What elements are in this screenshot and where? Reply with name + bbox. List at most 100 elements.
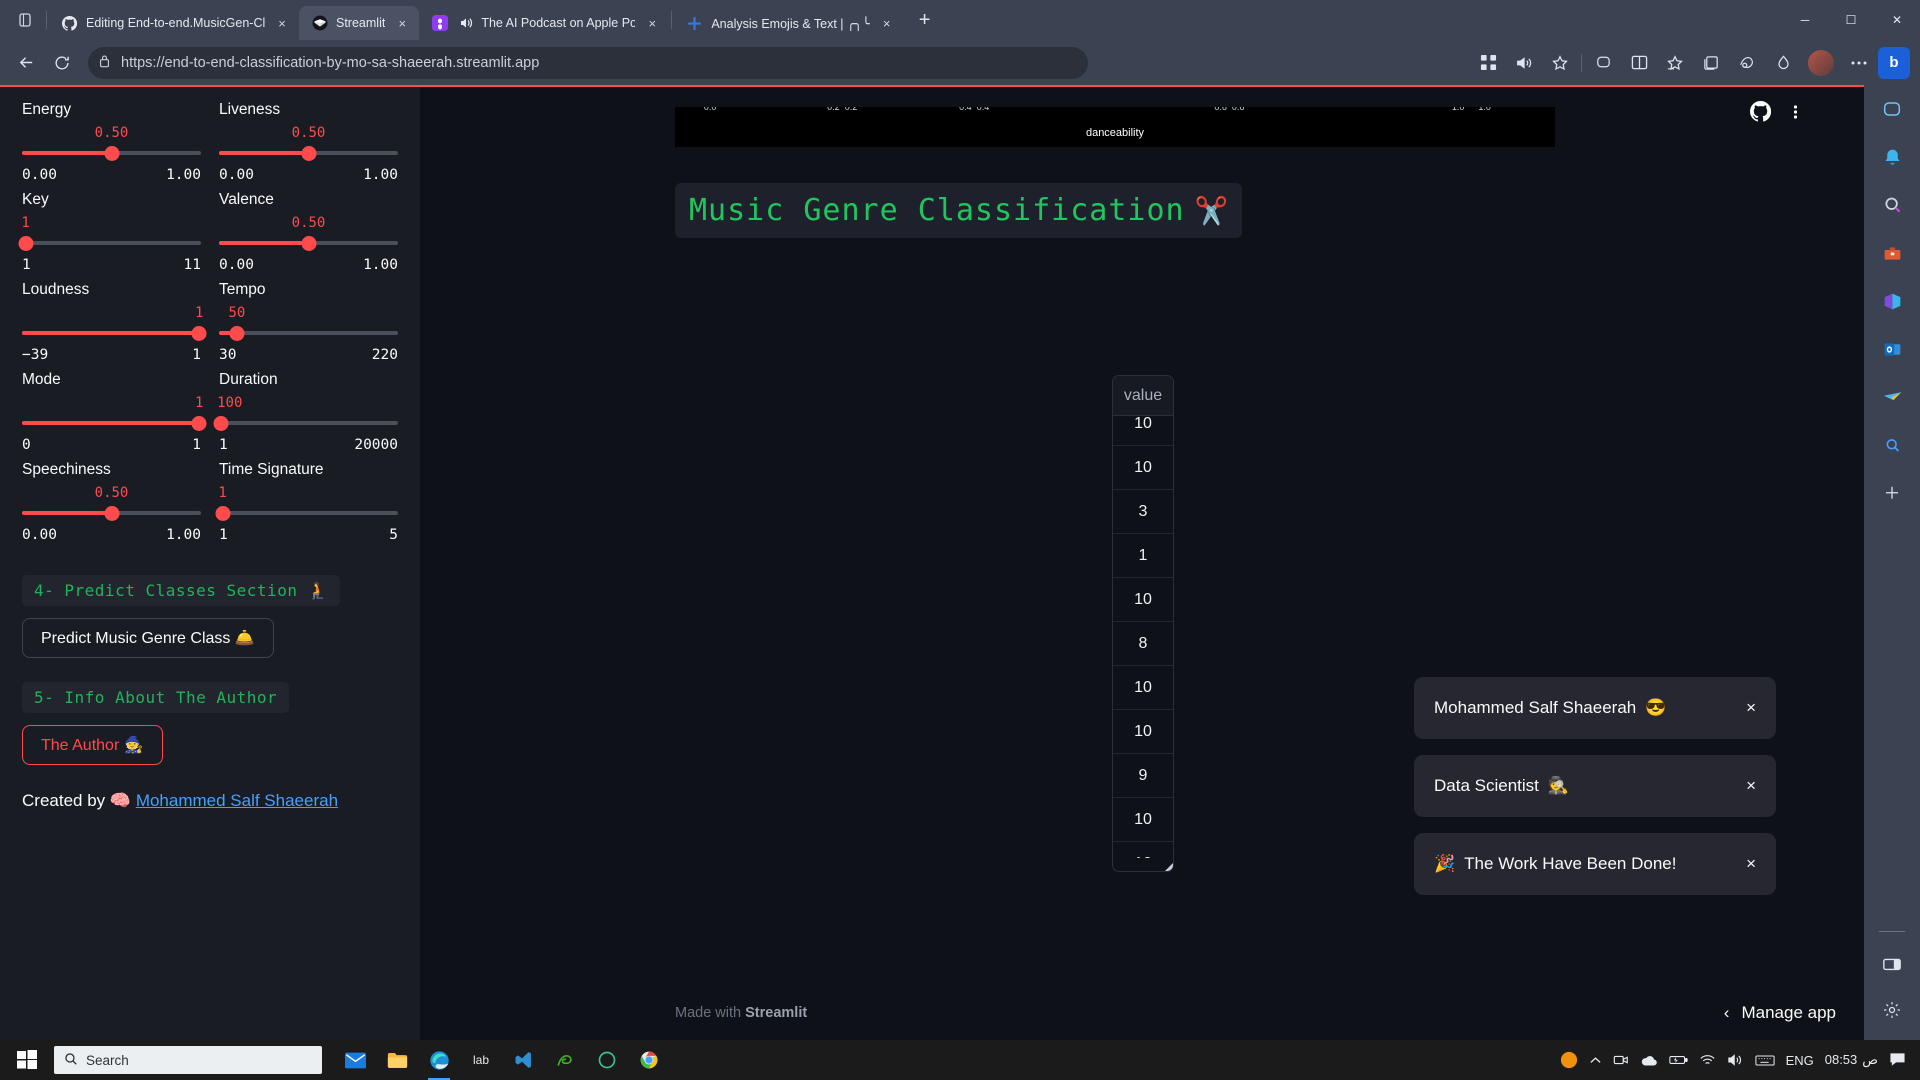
slider-thumb[interactable]: [229, 325, 245, 341]
slider-key[interactable]: Key 1 1 11: [18, 191, 201, 273]
battery-icon[interactable]: [1668, 1054, 1688, 1066]
new-tab-button[interactable]: +: [910, 5, 940, 35]
slider-time-signature[interactable]: Time Signature 1 1 5: [215, 461, 398, 543]
browser-tab-podcast[interactable]: The AI Podcast on Apple Po ×: [419, 6, 669, 40]
anaconda-icon[interactable]: [546, 1043, 584, 1077]
terminal-icon[interactable]: [588, 1043, 626, 1077]
vscode-icon[interactable]: [504, 1043, 542, 1077]
taskbar-search-box[interactable]: Search: [54, 1046, 322, 1074]
edge-browser-icon[interactable]: [420, 1043, 458, 1080]
minimize-button[interactable]: ─: [1782, 0, 1828, 40]
add-sidebar-app-icon[interactable]: [1876, 477, 1908, 509]
drop-icon[interactable]: [1766, 47, 1800, 79]
slider-track[interactable]: [219, 143, 398, 163]
collections-icon[interactable]: [1694, 47, 1728, 79]
show-hidden-icons-chevron[interactable]: [1589, 1054, 1602, 1067]
slider-duration[interactable]: Duration 100 1 20000: [213, 371, 398, 453]
copilot-icon[interactable]: b: [1878, 46, 1910, 79]
slider-thumb[interactable]: [191, 325, 207, 341]
predict-music-genre-button[interactable]: Predict Music Genre Class 🛎️: [22, 618, 274, 658]
browser-tab-analysis[interactable]: Analysis Emojis & Text | ╭╮╰ ×: [674, 6, 903, 40]
chevron-left-icon[interactable]: ‹: [1724, 1003, 1730, 1023]
file-explorer-icon[interactable]: [378, 1043, 416, 1077]
table-resize-handle[interactable]: [1165, 863, 1173, 871]
slider-thumb[interactable]: [213, 415, 229, 431]
close-icon[interactable]: ×: [878, 14, 896, 32]
browser-tab-github[interactable]: Editing End-to-end.MusicGen-Cl ×: [49, 6, 299, 40]
slider-track[interactable]: [18, 233, 201, 253]
wifi-icon[interactable]: [1699, 1053, 1716, 1067]
github-icon[interactable]: [1749, 100, 1772, 127]
manage-app-label[interactable]: Manage app: [1741, 1003, 1836, 1023]
slider-track[interactable]: [219, 233, 398, 253]
favorite-star-icon[interactable]: [1543, 47, 1577, 79]
slider-valence[interactable]: Valence 0.50 0.00 1.00: [219, 191, 398, 273]
more-settings-icon[interactable]: [1842, 47, 1876, 79]
close-icon[interactable]: ×: [393, 14, 411, 32]
tools-toolbox-icon[interactable]: [1876, 237, 1908, 269]
close-icon[interactable]: ×: [1746, 776, 1756, 796]
favorites-icon[interactable]: [1658, 47, 1692, 79]
slider-track[interactable]: [219, 323, 398, 343]
notification-center-icon[interactable]: [1889, 1052, 1906, 1068]
split-pane-icon[interactable]: [1876, 948, 1908, 980]
slider-mode[interactable]: Mode 1 0 1: [22, 371, 207, 453]
browser-essentials-icon[interactable]: [1730, 47, 1764, 79]
close-icon[interactable]: ×: [1746, 854, 1756, 874]
slider-track[interactable]: [215, 503, 398, 523]
slider-thumb[interactable]: [191, 415, 207, 431]
copilot-sidebar-icon[interactable]: [1586, 47, 1620, 79]
slider-liveness[interactable]: Liveness 0.50 0.00 1.00: [219, 101, 398, 183]
send-plane-icon[interactable]: [1876, 381, 1908, 413]
address-bar[interactable]: https://end-to-end-classification-by-mo-…: [88, 46, 1088, 79]
slider-track[interactable]: [213, 413, 398, 433]
close-icon[interactable]: ×: [1746, 698, 1756, 718]
slider-track[interactable]: [22, 323, 207, 343]
slider-track[interactable]: [22, 143, 201, 163]
copilot-rail-icon[interactable]: [1876, 93, 1908, 125]
the-author-button[interactable]: The Author 🧙: [22, 725, 163, 765]
notification-bell-icon[interactable]: [1876, 141, 1908, 173]
profile-avatar[interactable]: [1808, 49, 1834, 76]
taskbar-clock[interactable]: 08:53 ص: [1825, 1052, 1878, 1068]
split-screen-icon[interactable]: [1622, 47, 1656, 79]
table-body[interactable]: 10 10 3 1 10 8 10 10 9 10 10: [1113, 402, 1173, 858]
slider-thumb[interactable]: [215, 505, 231, 521]
maximize-button[interactable]: ☐: [1828, 0, 1874, 40]
slider-thumb[interactable]: [18, 235, 34, 251]
close-icon[interactable]: ×: [273, 14, 291, 32]
keyboard-layout-icon[interactable]: [1754, 1054, 1775, 1067]
slider-loudness[interactable]: Loudness 1 −39 1: [22, 281, 207, 363]
manage-app-control[interactable]: ‹ Manage app: [1724, 1003, 1836, 1023]
read-aloud-icon[interactable]: [1507, 47, 1541, 79]
author-link[interactable]: Mohammed Salf Shaeerah: [136, 791, 338, 810]
back-arrow-icon[interactable]: [10, 47, 42, 79]
outlook-icon[interactable]: [1876, 333, 1908, 365]
chrome-icon[interactable]: [630, 1043, 668, 1077]
close-icon[interactable]: ×: [643, 14, 661, 32]
browser-tab-streamlit[interactable]: Streamlit ×: [299, 6, 420, 40]
camera-icon[interactable]: [1613, 1053, 1629, 1067]
slider-energy[interactable]: Energy 0.50 0.00 1.00: [22, 101, 201, 183]
tab-audio-playing-icon[interactable]: [456, 15, 473, 32]
three-dots-vertical-icon[interactable]: [1787, 102, 1804, 127]
slider-tempo[interactable]: Tempo 50 30 220: [219, 281, 398, 363]
orange-circle-icon[interactable]: [1560, 1051, 1578, 1069]
language-indicator[interactable]: ENG: [1786, 1053, 1814, 1068]
mail-icon[interactable]: [336, 1043, 374, 1077]
prediction-dataframe[interactable]: value 10 10 3 1 10 8 10 10 9 10 10: [1112, 375, 1174, 872]
apps-grid-icon[interactable]: [1471, 47, 1505, 79]
microsoft-365-icon[interactable]: [1876, 285, 1908, 317]
reload-icon[interactable]: [46, 47, 78, 79]
jupyter-lab-icon[interactable]: lab: [462, 1043, 500, 1077]
gear-icon[interactable]: [1876, 994, 1908, 1026]
bing-search-icon[interactable]: [1876, 429, 1908, 461]
volume-icon[interactable]: [1727, 1053, 1744, 1067]
slider-speechiness[interactable]: Speechiness 0.50 0.00 1.00: [22, 461, 201, 543]
slider-track[interactable]: [22, 413, 207, 433]
slider-track[interactable]: [22, 503, 201, 523]
tab-actions-icon[interactable]: [6, 0, 44, 40]
close-window-button[interactable]: ✕: [1874, 0, 1920, 40]
slider-thumb[interactable]: [104, 505, 119, 521]
slider-thumb[interactable]: [104, 145, 119, 161]
